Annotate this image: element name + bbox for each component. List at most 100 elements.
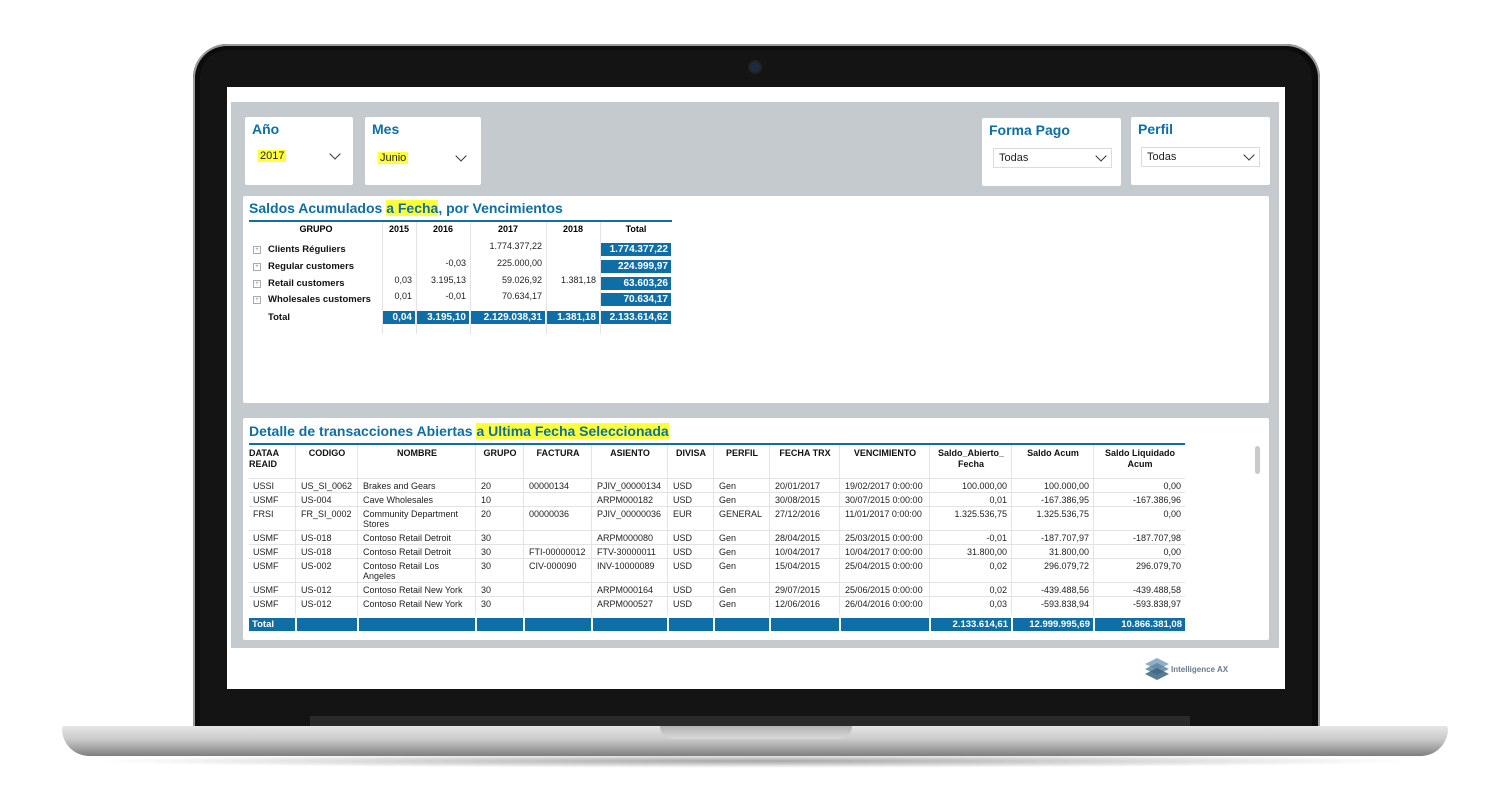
detail-cell: FTI-00000012 — [529, 547, 586, 557]
detail-header-10[interactable]: Saldo_Abierto_ Fecha — [931, 448, 1011, 470]
detail-header-8[interactable]: FECHA TRX — [771, 448, 839, 459]
detail-cell: USMF — [253, 585, 279, 595]
detail-cell: 30 — [481, 585, 492, 595]
table-row-divider — [249, 478, 1185, 479]
slicer-perfil-dropdown[interactable]: Todas — [1141, 147, 1260, 167]
expand-row-icon[interactable]: + — [253, 263, 261, 271]
detail-cell: 26/04/2016 0:00:00 — [845, 599, 923, 609]
slicer-anio-value: 2017 — [258, 150, 287, 162]
detail-title-part1: Detalle de transacciones Abiertas — [249, 423, 477, 439]
detail-header-5[interactable]: ASIENTO — [593, 448, 667, 459]
detail-cell: -0,01 — [986, 533, 1007, 543]
detail-cell: -439.488,58 — [1132, 585, 1181, 595]
detail-cell: 25/03/2015 0:00:00 — [845, 533, 923, 543]
detail-cell: 0,00 — [1163, 509, 1181, 519]
pivot-row-total: 63.603,26 — [601, 277, 671, 290]
detail-cell: -167.386,96 — [1132, 495, 1181, 505]
detail-cell: USD — [673, 495, 693, 505]
chevron-down-icon — [329, 148, 341, 160]
detail-cell: Contoso Retail New York — [363, 599, 463, 609]
detail-cell: -593.838,94 — [1040, 599, 1089, 609]
slicer-forma-pago-value: Todas — [999, 152, 1029, 164]
detail-total-cell — [359, 618, 475, 631]
detail-cell: FRSI — [253, 509, 274, 519]
detail-cell: Brakes and Gears — [363, 481, 436, 491]
detail-cell: US-012 — [301, 585, 332, 595]
detail-header-11[interactable]: Saldo Acum — [1013, 448, 1093, 459]
detail-header-9[interactable]: VENCIMIENTO — [841, 448, 929, 459]
pivot-header-2[interactable]: 2016 — [417, 224, 469, 234]
slicer-mes-dropdown[interactable]: Junio — [373, 149, 471, 167]
slicer-perfil-value: Todas — [1147, 151, 1177, 163]
pivot-header-4[interactable]: 2018 — [547, 224, 599, 234]
detail-cell: Community Department Stores — [363, 509, 459, 529]
pivot-header-rule — [249, 220, 672, 222]
detail-header-4[interactable]: FACTURA — [525, 448, 591, 459]
detail-header-0[interactable]: DATAA REAID — [249, 448, 285, 470]
detail-cell: 20/01/2017 — [775, 481, 821, 491]
detail-cell: 0,03 — [989, 599, 1007, 609]
pivot-title: Saldos Acumulados a Fecha, por Vencimien… — [249, 200, 563, 216]
slicer-forma-pago-title: Forma Pago — [989, 122, 1070, 138]
detail-card: Detalle de transacciones Abiertas a Ulti… — [243, 418, 1269, 640]
detail-cell: 28/04/2015 — [775, 533, 821, 543]
detail-total-cell: 2.133.614,61 — [931, 618, 1011, 631]
detail-cell: USMF — [253, 533, 279, 543]
detail-cell: FTV-30000011 — [597, 547, 656, 557]
detail-cell: 30 — [481, 547, 492, 557]
detail-cell: CIV-000090 — [529, 561, 577, 571]
pivot-header-5[interactable]: Total — [601, 224, 671, 234]
pivot-cell: -0,03 — [445, 258, 466, 268]
detail-cell: ARPM000182 — [597, 495, 654, 505]
expand-row-icon[interactable]: + — [253, 296, 261, 304]
detail-header-rule — [249, 443, 1185, 445]
detail-cell: 12/06/2016 — [775, 599, 821, 609]
pivot-header-3[interactable]: 2017 — [471, 224, 545, 234]
pivot-total-cell: 2.129.038,31 — [471, 311, 545, 324]
detail-cell: 15/04/2015 — [775, 561, 821, 571]
detail-cell: 0,00 — [1163, 547, 1181, 557]
detail-cell: PJIV_00000036 — [597, 509, 662, 519]
pivot-cell: 1.774.377,22 — [489, 241, 542, 251]
detail-cell: 30 — [481, 561, 492, 571]
detail-header-2[interactable]: NOMBRE — [359, 448, 475, 459]
laptop-shadow — [90, 754, 1420, 768]
detail-cell: 100.000,00 — [1043, 481, 1089, 491]
detail-total-cell — [715, 618, 769, 631]
detail-cell: 27/12/2016 — [775, 509, 821, 519]
slicer-mes: Mes Junio — [365, 117, 481, 185]
detail-cell: -439.488,56 — [1040, 585, 1089, 595]
chevron-down-icon — [455, 150, 467, 162]
slicer-forma-pago-dropdown[interactable]: Todas — [993, 148, 1112, 168]
detail-cell: 296.079,72 — [1043, 561, 1089, 571]
detail-header-6[interactable]: DIVISA — [669, 448, 713, 459]
pivot-row-total: 224.999,97 — [601, 260, 671, 273]
detail-header-7[interactable]: PERFIL — [715, 448, 769, 459]
detail-cell: 296.079,70 — [1135, 561, 1181, 571]
detail-cell: 0,02 — [989, 585, 1007, 595]
detail-cell: Gen — [719, 495, 737, 505]
table-row-divider — [249, 492, 1185, 493]
detail-title-highlight: a Ultima Fecha Seleccionada — [476, 423, 669, 439]
slicer-anio: Año 2017 — [245, 117, 353, 185]
pivot-title-part3: , por Vencimientos — [438, 200, 563, 216]
detail-header-3[interactable]: GRUPO — [477, 448, 523, 459]
detail-header-1[interactable]: CODIGO — [297, 448, 357, 459]
detail-scrollbar[interactable] — [1255, 446, 1260, 474]
detail-cell: USD — [673, 481, 693, 491]
slicer-anio-dropdown[interactable]: 2017 — [253, 147, 345, 165]
detail-total-cell: 10.866.381,08 — [1095, 618, 1185, 631]
detail-cell: -167.386,95 — [1040, 495, 1089, 505]
detail-cell: 25/06/2015 0:00:00 — [845, 585, 923, 595]
expand-row-icon[interactable]: + — [253, 246, 261, 254]
detail-cell: US-018 — [301, 547, 332, 557]
expand-row-icon[interactable]: + — [253, 280, 261, 288]
detail-cell: USD — [673, 561, 693, 571]
detail-header-12[interactable]: Saldo Liquidado Acum — [1095, 448, 1185, 470]
logo-text: Intelligence AX — [1171, 665, 1229, 674]
detail-cell: USD — [673, 585, 693, 595]
pivot-header-0[interactable]: GRUPO — [249, 224, 383, 234]
pivot-total-cell: 3.195,10 — [417, 311, 469, 324]
pivot-header-1[interactable]: 2015 — [383, 224, 415, 234]
detail-cell: 30/08/2015 — [775, 495, 821, 505]
